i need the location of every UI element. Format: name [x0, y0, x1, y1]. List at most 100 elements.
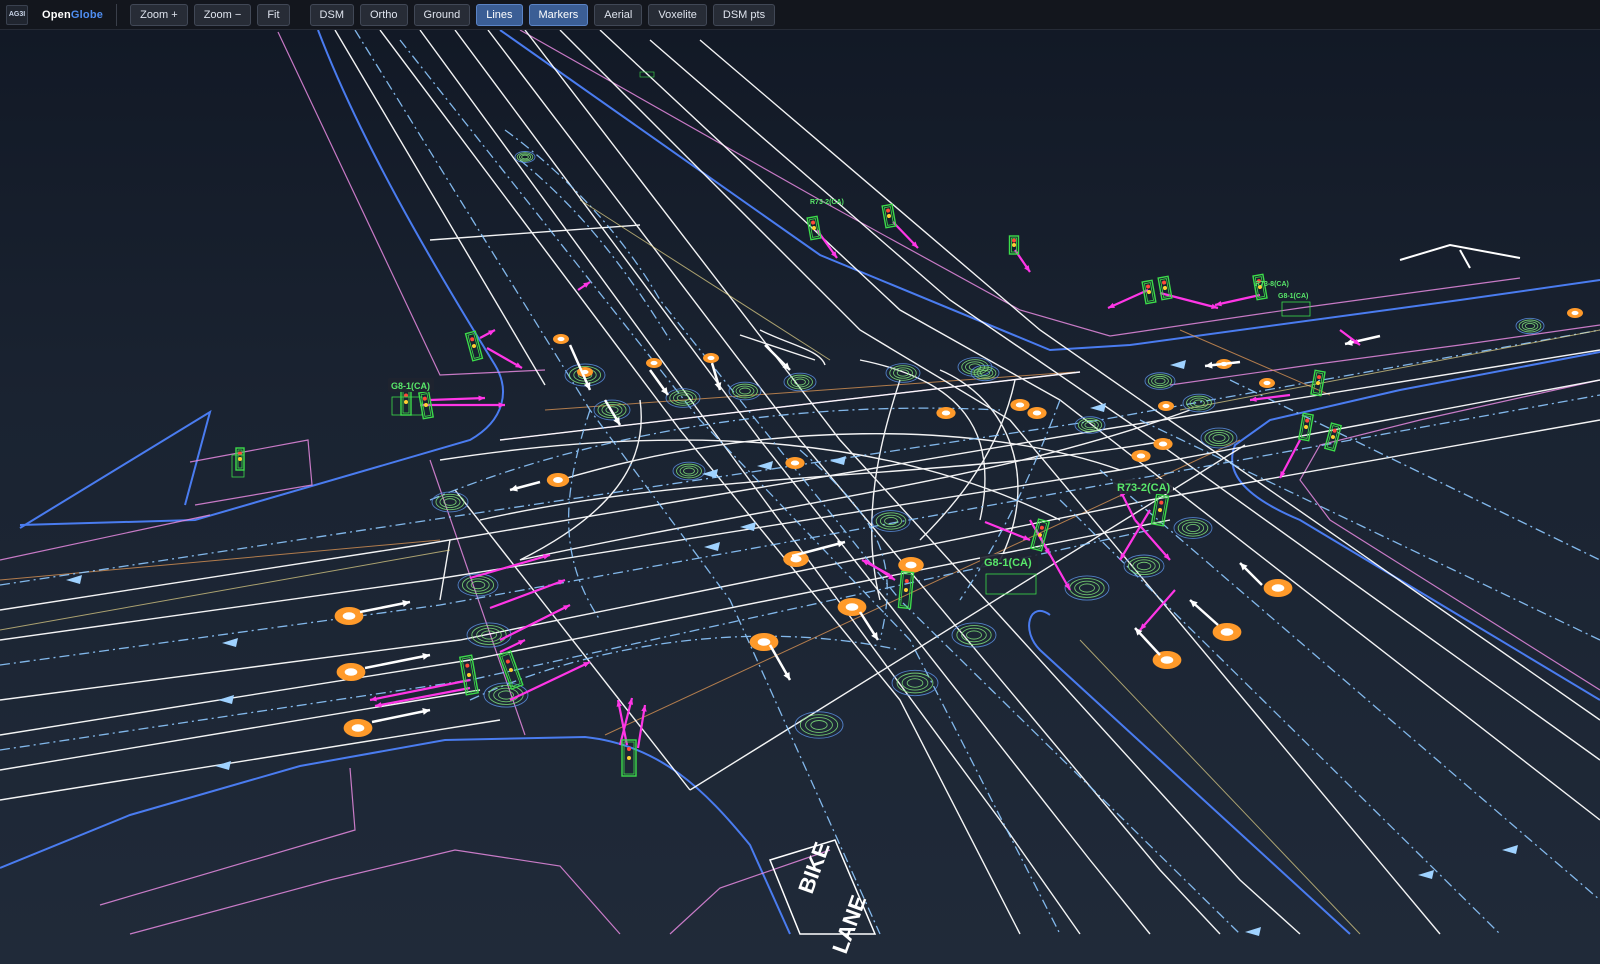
marker-point	[343, 719, 373, 737]
layer-toggle-ground[interactable]: Ground	[413, 3, 471, 26]
ground-control-ring	[665, 388, 701, 408]
lane-chevron	[757, 461, 773, 470]
sign-label[interactable]: G8-1(CA)	[391, 381, 430, 391]
lane-chevron	[1418, 870, 1434, 879]
sign-label[interactable]: G8-1(CA)	[984, 557, 1032, 569]
direction-arrow	[1189, 599, 1219, 626]
sign-labels: R73-2(CA) R73-8(CA) G8-1(CA) G8-1(CA) R7…	[231, 71, 1311, 595]
layer-toggle-markers[interactable]: Markers	[528, 3, 589, 26]
direction-arrow	[364, 653, 431, 670]
layer-toggle-aerial[interactable]: Aerial	[594, 3, 643, 26]
boundary-lines	[0, 30, 1600, 935]
layer-toggle-lines[interactable]: Lines	[476, 3, 523, 26]
layer-toggle-voxelite[interactable]: Voxelite	[648, 3, 707, 26]
zoom-out-button[interactable]: Zoom −	[193, 3, 252, 26]
app-logo: AG3I	[6, 4, 28, 25]
lane-chevron	[704, 542, 720, 551]
marker-point	[1152, 651, 1182, 669]
traffic-signal-icon	[881, 203, 897, 229]
marker-point	[785, 457, 805, 469]
stop-bars	[1399, 243, 1521, 269]
lane-chevron	[215, 761, 231, 770]
marker-point	[1010, 399, 1030, 411]
map-viewport[interactable]: BIKE LANE R73-2(CA) R73-8(CA) G8-1(CA) G…	[0, 30, 1600, 964]
brand-suffix: Globe	[70, 8, 104, 21]
direction-arrow	[648, 369, 670, 396]
ground-control-ring	[431, 491, 469, 513]
ground-control-ring	[672, 461, 706, 481]
direction-arrow	[1239, 562, 1263, 586]
curb-lines	[0, 30, 1600, 935]
layer-toggle-dsm[interactable]: DSM	[309, 3, 354, 26]
marker-point	[1153, 438, 1173, 450]
zoom-in-button[interactable]: Zoom +	[130, 3, 188, 26]
signal-vector-arrow	[1214, 293, 1261, 307]
signal-vector-arrow	[469, 553, 551, 580]
marker-point	[1131, 450, 1151, 462]
signal-vector-arrow	[636, 704, 647, 749]
lane-chevron	[218, 695, 234, 704]
marker-point	[553, 334, 569, 344]
traffic-signal-icon	[1141, 279, 1157, 305]
direction-arrow	[764, 344, 791, 371]
traffic-signal-icon	[806, 215, 822, 241]
app-brand: OpenGlobe	[42, 9, 103, 21]
median-lines	[0, 199, 1600, 935]
marker-point	[646, 358, 662, 368]
ground-control-ring	[1173, 517, 1213, 539]
lane-chevron	[66, 575, 82, 584]
marker-point	[334, 607, 364, 625]
marker-point	[546, 473, 570, 487]
marker-point	[1158, 401, 1174, 411]
lane-chevron	[1170, 360, 1186, 369]
traffic-signal-icon	[1157, 275, 1173, 301]
traffic-signal-icon	[464, 330, 484, 362]
marker-point	[336, 663, 366, 681]
ground-control-ring	[1123, 554, 1165, 578]
signal-vector-arrow	[420, 402, 505, 408]
ground-control-ring	[1074, 416, 1106, 434]
ground-control-ring	[1515, 317, 1545, 335]
direction-arrow	[1134, 627, 1161, 656]
sign-label[interactable]: G8-1(CA)	[1278, 293, 1308, 300]
ground-control-ring	[1182, 393, 1216, 413]
marker-point	[1259, 378, 1275, 388]
ground-marker-points	[334, 308, 1583, 737]
signal-vector-arrow	[429, 395, 486, 402]
lane-chevron	[702, 469, 718, 478]
marker-point	[1027, 407, 1047, 419]
ground-control-ring	[1200, 427, 1238, 449]
layer-toggle-dsm-pts[interactable]: DSM pts	[712, 3, 776, 26]
ground-control-ring	[885, 363, 921, 383]
signal-vector-arrow	[1159, 291, 1219, 310]
lane-chevron	[222, 638, 238, 647]
marker-point	[1567, 308, 1583, 318]
traffic-signal-icon	[400, 388, 412, 416]
traffic-signal-icon	[418, 390, 434, 420]
toolbar: AG3I OpenGlobe Zoom + Zoom − Fit DSM Ort…	[0, 0, 1600, 30]
fit-button[interactable]: Fit	[257, 3, 290, 26]
lane-chevron	[1245, 927, 1261, 936]
ground-control-ring	[794, 711, 844, 739]
signal-vector-arrow	[984, 520, 1031, 542]
sign-label[interactable]: R73-2(CA)	[810, 199, 844, 206]
traffic-signal-icon	[897, 570, 915, 610]
signal-vector-arrow	[577, 281, 591, 291]
direction-arrow	[509, 480, 541, 492]
sign-label[interactable]: R73-2(CA)	[1117, 482, 1171, 494]
lane-chevron	[1090, 403, 1106, 412]
bike-lane-stencil: BIKE LANE	[768, 839, 877, 957]
ground-control-ring	[466, 622, 512, 648]
signal-vector-arrow	[479, 329, 496, 339]
signal-vector-arrow	[1279, 439, 1301, 479]
traffic-signal-icon	[621, 739, 637, 777]
brand-prefix: Open	[42, 8, 71, 21]
layer-toggle-ortho[interactable]: Ortho	[360, 3, 408, 26]
signal-vector-arrow	[892, 221, 919, 249]
map-canvas[interactable]: BIKE LANE R73-2(CA) R73-8(CA) G8-1(CA) G…	[0, 30, 1600, 964]
lane-lines	[0, 30, 1600, 935]
lane-chevron	[830, 456, 846, 465]
lane-chevron	[1502, 845, 1518, 854]
sign-label[interactable]: R73-8(CA)	[1255, 281, 1289, 288]
centerlines	[0, 30, 1600, 935]
